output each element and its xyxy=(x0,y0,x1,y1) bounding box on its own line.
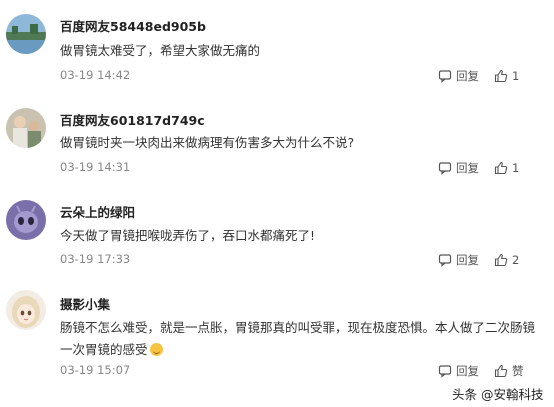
alien-avatar[interactable] xyxy=(6,200,46,240)
like-button[interactable]: 赞 xyxy=(494,362,524,380)
comment-item: 云朵上的绿阳 今天做了胃镜把喉咙弄伤了，吞口水都痛死了! 03-19 17:33… xyxy=(0,186,554,278)
timestamp: 03-19 15:07 xyxy=(60,363,131,377)
reply-button[interactable]: 回复 xyxy=(438,362,479,380)
like-button[interactable]: 2 xyxy=(494,251,519,269)
reply-button[interactable]: 回复 xyxy=(438,251,479,269)
source-watermark: 头条 @安翰科技 xyxy=(450,384,546,403)
thumbs-up-icon xyxy=(494,364,508,378)
people-photo-avatar[interactable] xyxy=(6,108,46,148)
reply-label: 回复 xyxy=(456,69,479,83)
like-button[interactable]: 1 xyxy=(494,159,519,177)
speech-bubble-icon xyxy=(438,70,452,83)
comment-meta: 03-19 15:07 回复 赞 xyxy=(60,362,530,380)
comment-text: 做胃镜太难受了，希望大家做无痛的 xyxy=(60,43,261,58)
comment-text: 今天做了胃镜把喉咙弄伤了，吞口水都痛死了! xyxy=(60,228,316,243)
smiley-emoji-icon xyxy=(149,343,163,356)
like-label: 赞 xyxy=(512,364,524,378)
like-button[interactable]: 1 xyxy=(494,67,519,85)
thumbs-up-icon xyxy=(494,253,508,267)
like-count: 1 xyxy=(512,161,520,175)
reply-button[interactable]: 回复 xyxy=(438,67,479,85)
reply-label: 回复 xyxy=(456,161,479,175)
like-count: 2 xyxy=(512,253,520,267)
username[interactable]: 云朵上的绿阳 xyxy=(60,202,135,221)
lake-landscape-avatar[interactable] xyxy=(6,14,46,54)
timestamp: 03-19 14:42 xyxy=(60,68,131,82)
username[interactable]: 百度网友601817d749c xyxy=(60,110,205,129)
speech-bubble-icon xyxy=(438,162,452,175)
comment-text-body: 肠镜不怎么难受，就是一点胀，胃镜那真的叫受罪，现在极度恐惧。本人做了二次肠镜一次… xyxy=(60,320,536,357)
comment-meta: 03-19 17:33 回复 2 xyxy=(60,251,530,269)
comment-item: 百度网友58448ed905b 做胃镜太难受了，希望大家做无痛的 03-19 1… xyxy=(0,0,554,92)
timestamp: 03-19 14:31 xyxy=(60,160,131,174)
comment-text: 肠镜不怎么难受，就是一点胀，胃镜那真的叫受罪，现在极度恐惧。本人做了二次肠镜一次… xyxy=(60,317,538,361)
username[interactable]: 摄影小集 xyxy=(60,294,110,313)
username[interactable]: 百度网友58448ed905b xyxy=(60,16,206,35)
thumbs-up-icon xyxy=(494,69,508,83)
comment-text: 做胃镜时夹一块肉出来做病理有伤害多大为什么不说? xyxy=(60,135,355,150)
comment-meta: 03-19 14:31 回复 1 xyxy=(60,159,530,177)
like-count: 1 xyxy=(512,69,520,83)
reply-label: 回复 xyxy=(456,253,479,267)
timestamp: 03-19 17:33 xyxy=(60,252,131,266)
reply-label: 回复 xyxy=(456,364,479,378)
speech-bubble-icon xyxy=(438,365,452,378)
comment-meta: 03-19 14:42 回复 1 xyxy=(60,67,530,85)
reply-button[interactable]: 回复 xyxy=(438,159,479,177)
thumbs-up-icon xyxy=(494,161,508,175)
anime-girl-avatar[interactable] xyxy=(6,290,46,330)
speech-bubble-icon xyxy=(438,254,452,267)
comment-item: 百度网友601817d749c 做胃镜时夹一块肉出来做病理有伤害多大为什么不说?… xyxy=(0,92,554,186)
